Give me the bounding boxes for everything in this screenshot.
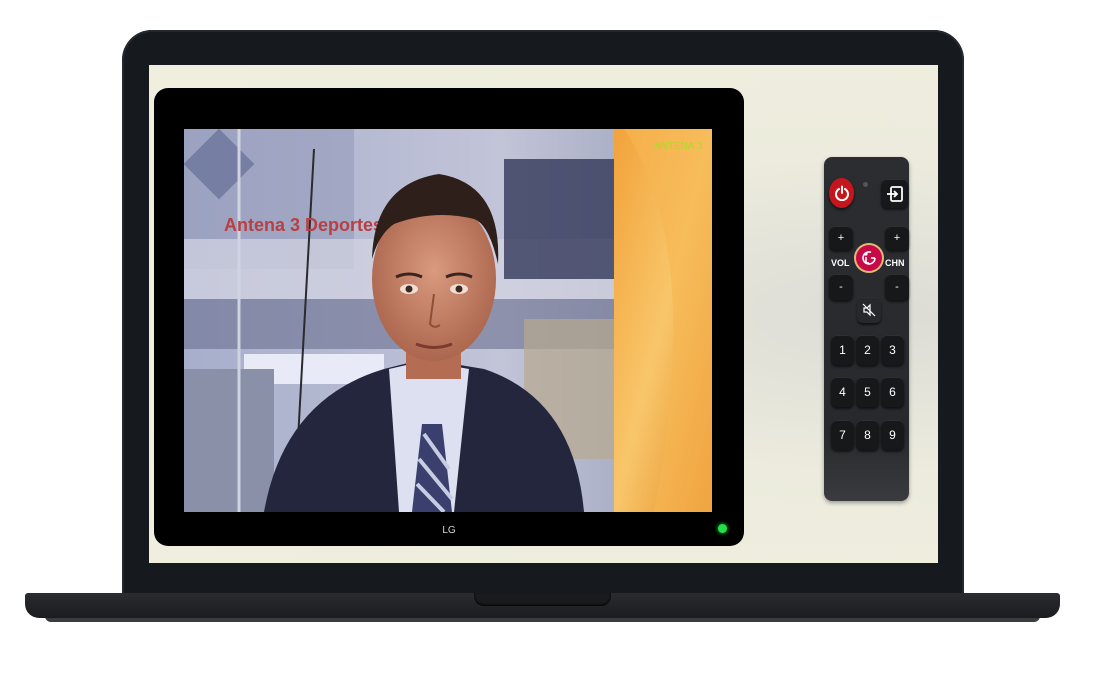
- digit-2-button[interactable]: 2: [856, 335, 879, 365]
- mute-button[interactable]: [857, 297, 881, 323]
- power-icon: [834, 185, 849, 201]
- digit-7-button[interactable]: 7: [831, 420, 854, 450]
- studio-sign: Antena 3 Deportes: [224, 215, 383, 235]
- channel-logo: ANTENA 3: [654, 141, 703, 152]
- digit-1-button[interactable]: 1: [831, 335, 854, 365]
- mute-icon: [862, 303, 876, 317]
- channel-up-button[interactable]: +: [885, 226, 909, 250]
- digit-4-button[interactable]: 4: [831, 377, 854, 407]
- digit-5-button[interactable]: 5: [856, 377, 879, 407]
- news-anchor-scene: Antena 3 Deportes ANTENA 3: [184, 129, 712, 512]
- input-icon: [886, 185, 903, 202]
- input-button[interactable]: [881, 179, 908, 208]
- channel-label: CHN: [885, 258, 905, 268]
- digit-8-button[interactable]: 8: [856, 420, 879, 450]
- digit-9-button[interactable]: 9: [881, 420, 904, 450]
- power-button[interactable]: [829, 178, 854, 208]
- volume-down-button[interactable]: -: [829, 274, 853, 300]
- lg-logo-icon: [856, 245, 882, 271]
- volume-up-button[interactable]: +: [829, 226, 853, 250]
- digit-6-button[interactable]: 6: [881, 377, 904, 407]
- channel-down-button[interactable]: -: [885, 274, 909, 300]
- ir-sensor: [863, 182, 868, 187]
- tv-status-led: [718, 524, 727, 533]
- volume-label: VOL: [831, 258, 850, 268]
- laptop-notch: [474, 593, 611, 606]
- tv-picture: Antena 3 Deportes ANTENA 3: [184, 129, 712, 512]
- digit-3-button[interactable]: 3: [881, 335, 904, 365]
